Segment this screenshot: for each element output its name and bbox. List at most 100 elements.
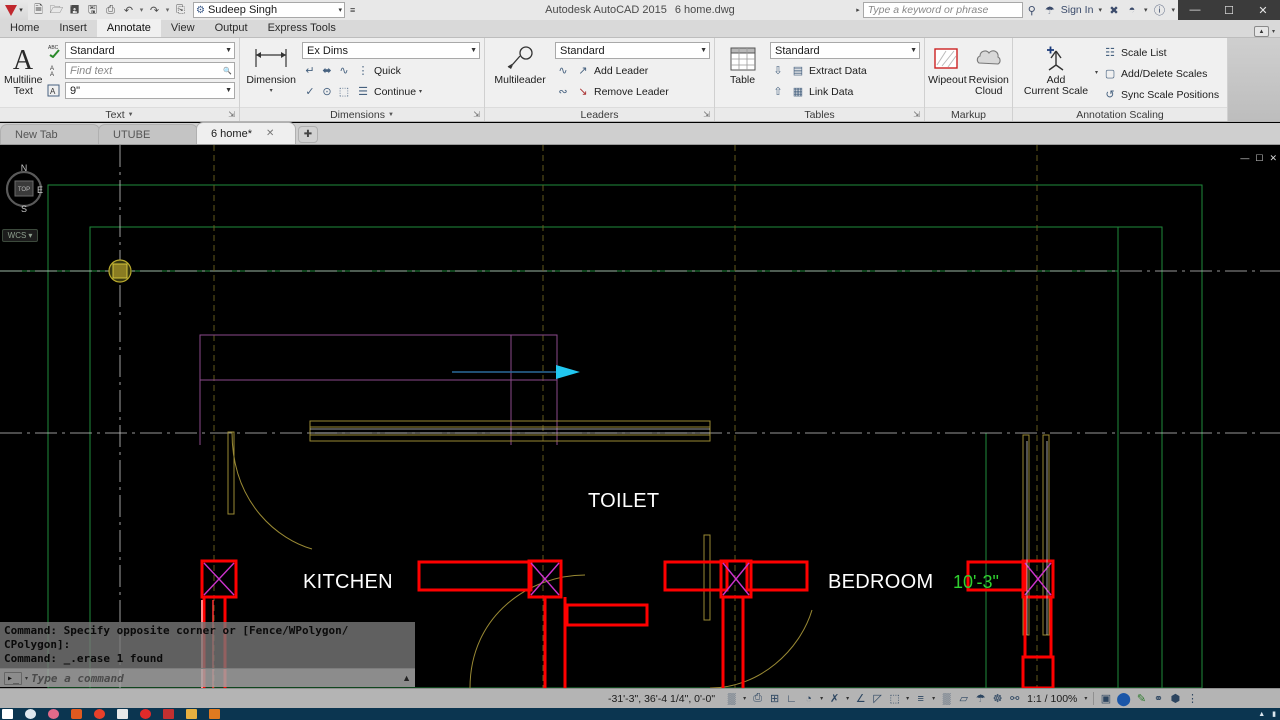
undo-arrow-icon[interactable]: ↶ xyxy=(120,2,137,19)
autocad-icon[interactable] xyxy=(163,709,174,719)
save-icon[interactable]: 🖪 xyxy=(66,2,83,19)
panel-title-dimensions[interactable]: Dimensions ▼ ⇲ xyxy=(240,107,484,121)
table-button[interactable]: Table xyxy=(719,41,766,86)
help-caret-icon[interactable]: ▾ xyxy=(1168,6,1178,14)
chevron-down-icon[interactable]: ▼ xyxy=(128,112,134,118)
file-tab-6-home[interactable]: 6 home* ✕ xyxy=(196,122,296,144)
dim-jogged-icon[interactable]: ∿ xyxy=(336,63,352,79)
dim-break-icon[interactable]: ✓ xyxy=(302,84,318,100)
customization-icon[interactable]: ⋮ xyxy=(1184,689,1201,709)
collect-leaders-icon[interactable]: ∾ xyxy=(555,84,571,100)
add-delete-scales-button[interactable]: ▢ Add/Delete Scales xyxy=(1100,64,1221,83)
download-from-source-icon[interactable]: ⇩ xyxy=(770,63,786,79)
revision-cloud-button[interactable]: Revision Cloud xyxy=(969,41,1009,97)
remove-leader-button[interactable]: ↘ Remove Leader xyxy=(573,82,671,101)
polar-caret-icon[interactable]: ▾ xyxy=(817,695,826,702)
chevron-down-icon[interactable]: ▼ xyxy=(222,47,232,54)
browser-icon[interactable] xyxy=(48,709,59,719)
save-as-icon[interactable]: 🖫 xyxy=(84,2,101,19)
command-prompt-icon[interactable]: ▸_ xyxy=(4,671,23,685)
panel-title-annotation-scaling[interactable]: Annotation Scaling xyxy=(1013,107,1227,121)
text-height-combo[interactable]: 9" ▼ xyxy=(65,82,235,99)
workspace-switching-icon[interactable]: ⬤ xyxy=(1114,689,1133,709)
chevron-down-icon[interactable]: ▼ xyxy=(222,87,232,94)
chevron-down-icon[interactable]: ▾ xyxy=(270,86,273,97)
panel-title-markup[interactable]: Markup xyxy=(925,107,1012,121)
panel-title-text[interactable]: Text ▼ ⇲ xyxy=(0,107,239,121)
panel-dialog-launcher-icon[interactable]: ⇲ xyxy=(473,110,480,119)
ribbon-minimize-button[interactable]: ▲ xyxy=(1253,26,1269,37)
dim-update-icon[interactable]: ⬚ xyxy=(336,84,352,100)
autoscale-icon[interactable]: ⚯ xyxy=(1006,689,1023,709)
tab-express-tools[interactable]: Express Tools xyxy=(258,19,346,37)
undo-dropdown-caret-icon[interactable]: ▾ xyxy=(138,6,145,14)
grid-display-icon[interactable]: ▒ xyxy=(723,689,740,709)
search-expand-caret-icon[interactable]: ▸ xyxy=(853,6,863,14)
command-expand-icon[interactable]: ▲ xyxy=(402,673,411,683)
tray-icons[interactable]: ▲ xyxy=(1258,711,1265,718)
text-style-combo[interactable]: Standard ▼ xyxy=(65,42,235,59)
annotation-monitor-icon[interactable]: ☂ xyxy=(972,689,989,709)
chevron-down-icon[interactable]: ▼ xyxy=(388,112,394,118)
close-icon[interactable]: ✕ xyxy=(266,128,274,139)
fullscreen-display-icon[interactable]: ⬢ xyxy=(1167,689,1184,709)
file-tab-utube[interactable]: UTUBE xyxy=(98,124,198,144)
continue-dimension-button[interactable]: ☰ Continue ▾ xyxy=(353,82,424,101)
workspace-selector[interactable]: ⚙ Sudeep Singh ▾ xyxy=(193,2,345,18)
app-icon[interactable] xyxy=(209,709,220,719)
infer-constraints-icon[interactable]: ⊞ xyxy=(766,689,783,709)
panel-title-leaders[interactable]: Leaders ⇲ xyxy=(485,107,714,121)
extract-data-button[interactable]: ▤ Extract Data xyxy=(788,61,869,80)
chevron-down-icon[interactable]: ▼ xyxy=(697,47,707,54)
new-file-tab-button[interactable]: ✚ xyxy=(298,126,318,143)
panel-dialog-launcher-icon[interactable]: ⇲ xyxy=(228,110,235,119)
find-magnifier-icon[interactable]: 🔍 xyxy=(220,67,232,75)
folder-icon[interactable] xyxy=(186,709,197,719)
view-cube[interactable]: TOP N E S xyxy=(2,160,46,218)
isolate-objects-icon[interactable]: ⚭ xyxy=(1150,689,1167,709)
chrome-icon[interactable] xyxy=(94,709,105,719)
qat-overflow-icon[interactable]: ≡ xyxy=(350,5,355,15)
dimension-button[interactable]: Dimension ▾ xyxy=(244,41,298,97)
open-folder-icon[interactable]: 🗁 xyxy=(48,2,65,19)
chevron-down-icon[interactable]: ▾ xyxy=(1272,28,1275,35)
panel-dialog-launcher-icon[interactable]: ⇲ xyxy=(913,110,920,119)
hardware-acceleration-icon[interactable]: ✎ xyxy=(1133,689,1150,709)
coordinate-display[interactable]: -31'-3", 36'-4 1/4", 0'-0" xyxy=(600,693,723,705)
show-desktop-button[interactable]: ▮ xyxy=(1272,710,1276,718)
dim-inspect-icon[interactable]: ⊙ xyxy=(319,84,335,100)
dimension-style-combo[interactable]: Ex Dims ▼ xyxy=(302,42,480,59)
object-snap-tracking-icon[interactable]: ∠ xyxy=(852,689,869,709)
media-player-icon[interactable] xyxy=(71,709,82,719)
autodesk-exchange-icon[interactable]: ✖ xyxy=(1105,0,1123,20)
tab-home[interactable]: Home xyxy=(0,19,49,37)
help-question-icon[interactable]: ⓘ xyxy=(1150,0,1168,20)
minimize-button[interactable]: — xyxy=(1178,0,1212,20)
object-snap-icon[interactable]: ✗ xyxy=(826,689,843,709)
command-input-row[interactable]: ▸_ ▾ Type a command ▲ xyxy=(0,668,415,687)
opera-icon[interactable] xyxy=(140,709,151,719)
annotation-visibility-icon[interactable]: ☸ xyxy=(989,689,1006,709)
maximize-button[interactable]: ☐ xyxy=(1212,0,1246,20)
grid-caret-icon[interactable]: ▾ xyxy=(740,695,749,702)
spell-check-icon[interactable]: ABC xyxy=(46,43,62,59)
application-menu-button[interactable]: ▾ xyxy=(0,0,28,20)
dyninput-caret-icon[interactable]: ▾ xyxy=(903,695,912,702)
multileader-style-combo[interactable]: Standard ▼ xyxy=(555,42,710,59)
sign-in-label[interactable]: Sign In xyxy=(1059,0,1096,20)
new-file-icon[interactable]: 🗎 xyxy=(30,2,47,19)
ortho-mode-icon[interactable]: ∟ xyxy=(783,689,800,709)
plot-stack-icon[interactable]: ⎘ xyxy=(172,2,189,19)
chevron-down-icon[interactable]: ▾ xyxy=(1095,41,1098,76)
chevron-down-icon[interactable]: ▼ xyxy=(907,47,917,54)
tab-annotate[interactable]: Annotate xyxy=(96,19,161,37)
file-tab-new-tab[interactable]: New Tab xyxy=(0,124,100,144)
redo-arrow-icon[interactable]: ↷ xyxy=(146,2,163,19)
osnap-caret-icon[interactable]: ▾ xyxy=(843,695,852,702)
table-style-combo[interactable]: Standard ▼ xyxy=(770,42,920,59)
multileader-button[interactable]: Multileader xyxy=(489,41,551,86)
file-explorer-icon[interactable] xyxy=(117,709,128,719)
canvas-restore-button[interactable]: ☐ xyxy=(1255,153,1263,164)
ucs-selector[interactable]: WCS ▾ xyxy=(2,229,38,242)
sign-in-user-icon[interactable]: ☂ xyxy=(1041,0,1059,20)
